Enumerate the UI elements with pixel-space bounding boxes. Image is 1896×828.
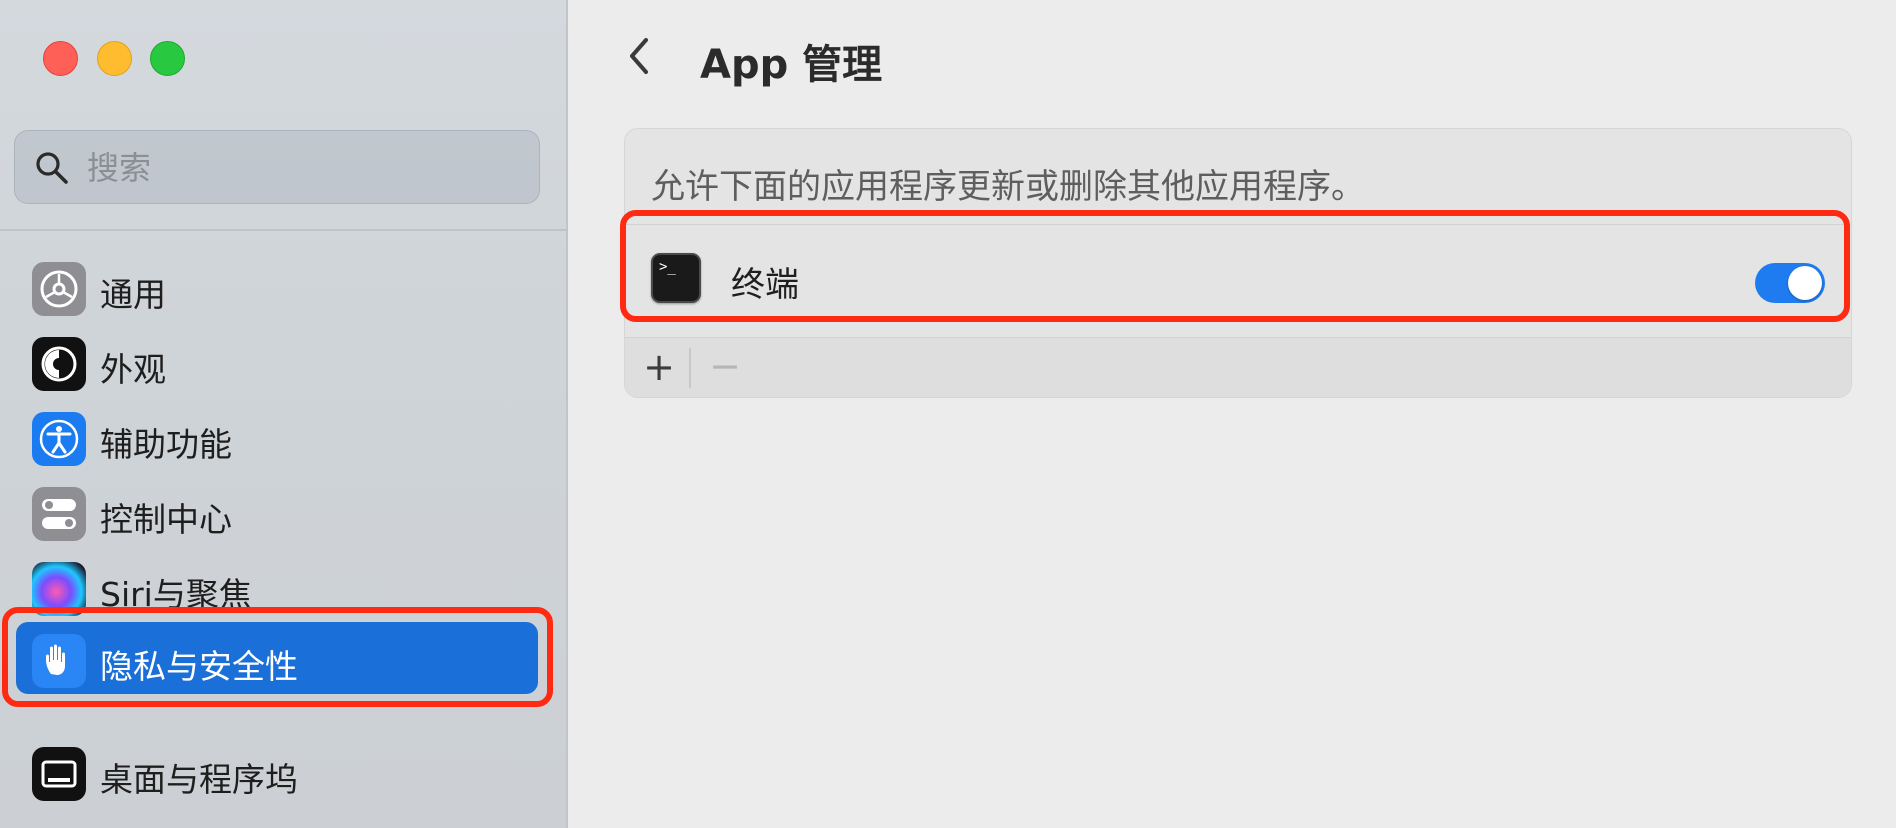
sidebar-item-label: 通用 [100,275,166,314]
dock-icon [32,747,86,801]
add-button[interactable]: + [641,348,677,388]
search-input[interactable] [85,145,509,191]
back-chevron-icon[interactable] [620,34,660,78]
toggles-icon [32,487,86,541]
sidebar-item-general[interactable]: 通用 [16,250,538,322]
gear-icon [32,262,86,316]
panel-description: 允许下面的应用程序更新或删除其他应用程序。 [651,167,1365,207]
accessibility-icon [32,412,86,466]
sidebar-item-label: 辅助功能 [100,425,232,464]
list-toolbar: + − [625,338,1851,397]
appearance-icon [32,337,86,391]
sidebar-item-control-center[interactable]: 控制中心 [16,475,538,547]
window-minimize-button[interactable] [97,41,132,76]
page-title: App 管理 [700,42,883,88]
sidebar-item-label: 外观 [100,350,166,389]
sidebar-item-desktop-dock[interactable]: 桌面与程序坞 [16,735,538,807]
search-icon [36,152,68,184]
sidebar-divider [0,229,566,231]
toolbar-separator [689,348,691,388]
search-field[interactable] [14,130,540,204]
window-close-button[interactable] [43,41,78,76]
sidebar-item-appearance[interactable]: 外观 [16,325,538,397]
sidebar: 通用 外观 辅助功能 [0,0,568,828]
highlight-annotation [2,607,553,707]
highlight-annotation [620,210,1850,322]
sidebar-item-label: 桌面与程序坞 [100,760,298,799]
window-zoom-button[interactable] [150,41,185,76]
remove-button[interactable]: − [707,347,743,388]
sidebar-item-accessibility[interactable]: 辅助功能 [16,400,538,472]
sidebar-item-label: 控制中心 [100,500,232,539]
